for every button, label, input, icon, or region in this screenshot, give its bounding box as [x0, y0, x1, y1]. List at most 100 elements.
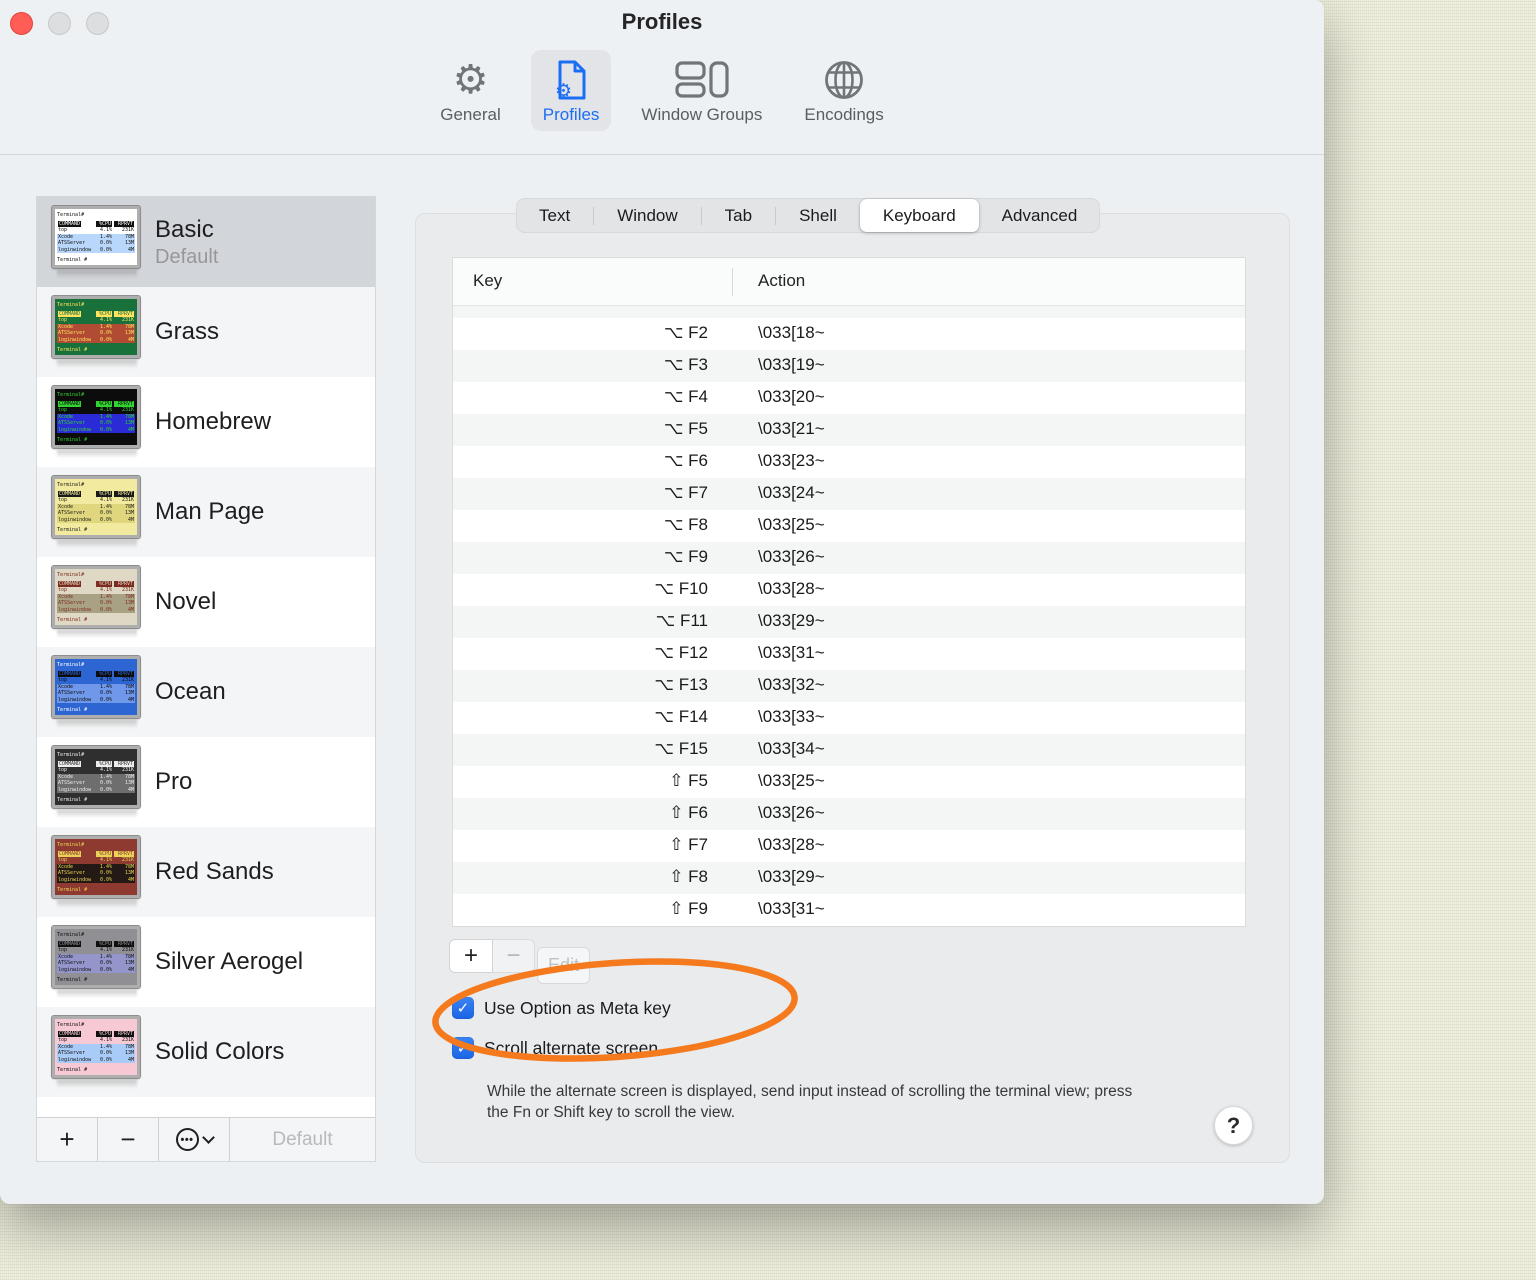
profile-item-pro[interactable]: Terminal# COMMAND %CPU RPRVT top 4.1% 231K Xcod… [37, 737, 375, 827]
keybinding-row[interactable]: ⌥ F8 \033[25~ [453, 510, 1245, 542]
profile-tab-bar: Text Window Tab Shell Keyboard Advanced [516, 198, 1101, 233]
keybinding-row[interactable]: ⇧ F7 \033[28~ [453, 830, 1245, 862]
toolbar-label: Window Groups [641, 105, 763, 124]
toolbar-item-profiles[interactable]: ⚙ Profiles [530, 50, 612, 131]
keybinding-row[interactable]: ⇧ F5 \033[25~ [453, 766, 1245, 798]
thumb-row: loginwindow 0.0% 4M [57, 696, 135, 703]
tab-tab[interactable]: Tab [702, 198, 775, 233]
thumb-row: loginwindow 0.0% 4M [57, 606, 135, 613]
keybinding-row[interactable]: ⌥ F5 \033[21~ [453, 414, 1245, 446]
scroll-alternate-screen-checkbox[interactable]: ✓ [452, 1037, 474, 1059]
keybinding-row[interactable]: ⌥ F12 \033[31~ [453, 638, 1245, 670]
preferences-window: Profiles ⚙ General ⚙ Profiles Window Gro… [0, 0, 1324, 1204]
thumb-title: Terminal# [57, 842, 85, 848]
keybinding-row[interactable]: ⌥ F11 \033[29~ [453, 606, 1245, 638]
key-cell: ⌥ F14 [654, 707, 708, 726]
key-cell: ⌥ F3 [663, 355, 708, 374]
keybinding-row[interactable]: ⌥ F15 \033[34~ [453, 734, 1245, 766]
key-cell: ⌥ F10 [654, 579, 708, 598]
remove-profile-button[interactable]: − [98, 1118, 159, 1161]
thumb-title: Terminal# [57, 1022, 85, 1028]
keybinding-row[interactable]: ⌥ F10 \033[28~ [453, 574, 1245, 606]
profile-item-ocean[interactable]: Terminal# COMMAND %CPU RPRVT top 4.1% 231K Xcod… [37, 647, 375, 737]
action-cell: \033[33~ [758, 707, 825, 726]
thumb-cpu: 0.0% [99, 966, 112, 973]
keybinding-row[interactable]: ⇧ F6 \033[26~ [453, 798, 1245, 830]
toolbar-label: Profiles [542, 105, 600, 124]
key-cell: ⌥ F11 [655, 611, 708, 630]
ellipsis-icon: ••• [175, 1128, 199, 1151]
help-button[interactable]: ? [1214, 1106, 1253, 1145]
keybinding-row[interactable]: ⌥ F9 \033[26~ [453, 542, 1245, 574]
toolbar-item-encodings[interactable]: Encodings [792, 50, 895, 131]
profile-item-silver-aerogel[interactable]: Terminal# COMMAND %CPU RPRVT top 4.1% 231K Xcod… [37, 917, 375, 1007]
tab-text[interactable]: Text [516, 198, 593, 233]
keybinding-row[interactable]: ⌥ F13 \033[32~ [453, 670, 1245, 702]
tab-keyboard[interactable]: Keyboard [859, 199, 979, 232]
tab-shell[interactable]: Shell [776, 198, 860, 233]
profile-name: Basic [155, 215, 214, 243]
tab-advanced[interactable]: Advanced [979, 198, 1101, 233]
more-actions-button[interactable]: ••• [159, 1118, 230, 1161]
key-cell: ⌥ F4 [663, 387, 708, 406]
thumb-cpu: 0.0% [99, 1056, 112, 1063]
profile-item-novel[interactable]: Terminal# COMMAND %CPU RPRVT top 4.1% 231K Xcod… [37, 557, 375, 647]
use-option-as-meta-checkbox[interactable]: ✓ [452, 997, 474, 1019]
thumb-cpu: 0.0% [99, 426, 112, 433]
profile-item-man-page[interactable]: Terminal# COMMAND %CPU RPRVT top 4.1% 231K Xcod… [37, 467, 375, 557]
thumbnail-reflection [57, 900, 137, 908]
edit-keybinding-button[interactable]: Edit [537, 947, 590, 984]
action-cell: \033[29~ [758, 867, 825, 886]
profile-labels: Grass [155, 318, 219, 346]
add-profile-button[interactable]: + [37, 1118, 98, 1161]
profile-thumbnail: Terminal# COMMAND %CPU RPRVT top 4.1% 231K Xcod… [51, 835, 142, 908]
keybinding-row[interactable]: ⇧ F9 \033[31~ [453, 894, 1245, 926]
thumbnail-reflection [57, 360, 137, 368]
set-default-button[interactable]: Default [230, 1118, 375, 1161]
alternate-screen-footnote: While the alternate screen is displayed,… [487, 1083, 1133, 1121]
thumb-footer: Terminal # [57, 887, 88, 893]
add-keybinding-button[interactable]: + [449, 939, 493, 973]
action-cell: \033[31~ [758, 643, 825, 662]
keybinding-row[interactable]: ⌥ F14 \033[33~ [453, 702, 1245, 734]
toolbar-item-general[interactable]: ⚙ General [428, 50, 512, 131]
thumb-row: loginwindow 0.0% 4M [57, 336, 135, 343]
keybinding-row[interactable]: ⌥ F7 \033[24~ [453, 478, 1245, 510]
profile-item-red-sands[interactable]: Terminal# COMMAND %CPU RPRVT top 4.1% 231K Xcod… [37, 827, 375, 917]
profile-name: Grass [155, 318, 220, 345]
profile-item-solid-colors[interactable]: Terminal# COMMAND %CPU RPRVT top 4.1% 231K Xcod… [37, 1007, 375, 1097]
thumb-mem: 4M [127, 426, 134, 433]
action-column-header: Action [758, 271, 806, 290]
profile-item-homebrew[interactable]: Terminal# COMMAND %CPU RPRVT top 4.1% 231K Xcod… [37, 377, 375, 467]
thumb-cpu: 0.0% [99, 876, 112, 883]
keybinding-row[interactable]: ⌥ F4 \033[20~ [453, 382, 1245, 414]
key-cell: ⌥ F6 [663, 451, 708, 470]
thumb-cmd: loginwindow [58, 1056, 92, 1063]
tab-window[interactable]: Window [594, 198, 700, 233]
keybinding-row[interactable]: ⌥ F6 \033[23~ [453, 446, 1245, 478]
profile-labels: Red Sands [155, 858, 274, 886]
thumbnail-reflection [57, 720, 137, 728]
profile-labels: Basic Default [155, 216, 218, 269]
mini-terminal-preview: Terminal# COMMAND %CPU RPRVT top 4.1% 231K Xcod… [51, 925, 141, 989]
desktop: { "window": { "title": "Profiles" }, "to… [0, 0, 1536, 1280]
thumb-cmd: loginwindow [58, 786, 92, 793]
mini-terminal-preview: Terminal# COMMAND %CPU RPRVT top 4.1% 231K Xcod… [51, 295, 141, 359]
action-cell: \033[20~ [758, 387, 825, 406]
checkbox-label: Use Option as Meta key [484, 997, 671, 1018]
thumb-mem: 4M [127, 696, 134, 703]
profile-thumbnail: Terminal# COMMAND %CPU RPRVT top 4.1% 231K Xcod… [51, 565, 142, 638]
thumb-title: Terminal# [57, 212, 85, 218]
toolbar-item-window-groups[interactable]: Window Groups [629, 50, 774, 131]
profile-item-grass[interactable]: Terminal# COMMAND %CPU RPRVT top 4.1% 231K Xcod… [37, 287, 375, 377]
profile-item-basic[interactable]: Terminal# COMMAND %CPU RPRVT top 4.1% 231K Xcod… [37, 197, 375, 287]
profile-thumbnail: Terminal# COMMAND %CPU RPRVT top 4.1% 231K Xcod… [51, 655, 142, 728]
thumb-footer: Terminal # [57, 707, 88, 713]
thumb-footer: Terminal # [57, 527, 88, 533]
action-cell: \033[28~ [758, 579, 825, 598]
keybinding-row[interactable]: ⌥ F2 \033[18~ [453, 318, 1245, 350]
keybinding-row[interactable]: ⇧ F8 \033[29~ [453, 862, 1245, 894]
profile-thumbnail: Terminal# COMMAND %CPU RPRVT top 4.1% 231K Xcod… [51, 1015, 142, 1088]
remove-keybinding-button[interactable]: − [493, 939, 535, 973]
keybinding-row[interactable]: ⌥ F3 \033[19~ [453, 350, 1245, 382]
